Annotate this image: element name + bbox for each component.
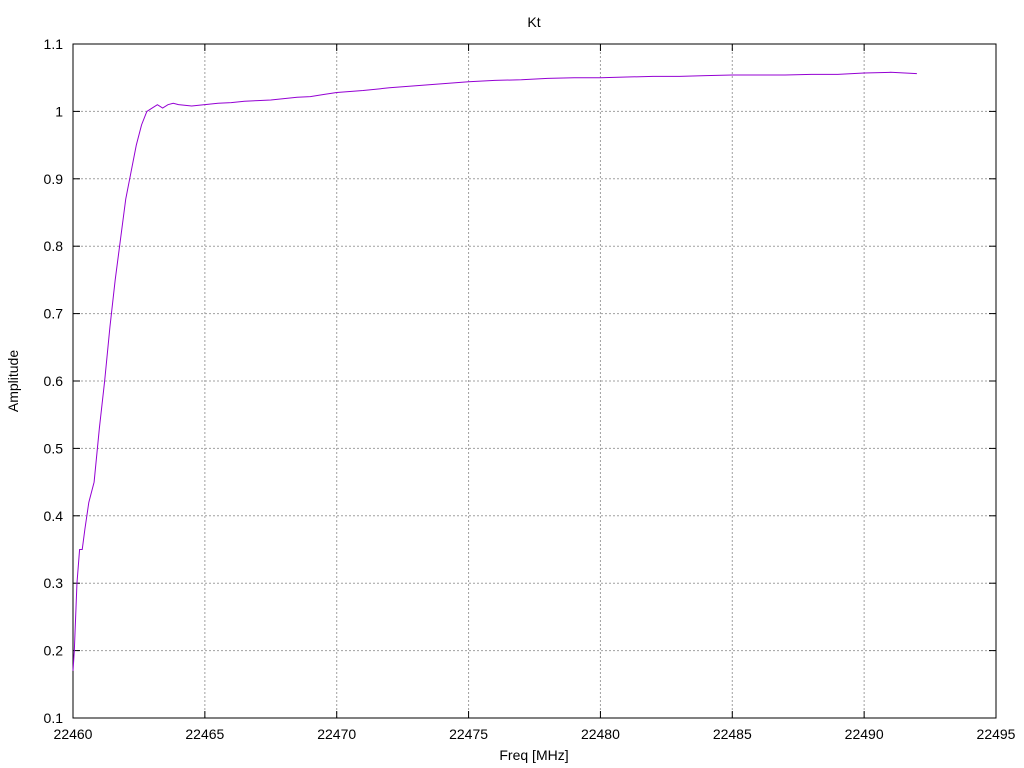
x-tick-label: 22465 [185,726,224,742]
chart-title: Kt [527,14,540,30]
grid [73,44,996,718]
x-tick-labels: 22460 22465 22470 22475 22480 22485 22490 22495 [54,726,1016,742]
y-tick-labels: 0.1 0.2 0.3 0.4 0.5 0.6 0.7 0.8 0.9 1 1.1 [44,36,64,726]
y-tick-label: 0.9 [44,171,64,187]
series-line [72,71,917,671]
y-tick-label: 1.1 [44,36,64,52]
x-tick-label: 22460 [54,726,93,742]
x-tick-label: 22475 [449,726,488,742]
chart: Kt 22460 22465 22470 22475 22480 22485 22490 22… [5,14,1016,763]
x-tick-label: 22495 [977,726,1016,742]
y-tick-label: 0.4 [44,508,64,524]
x-tick-label: 22485 [713,726,752,742]
x-tick-label: 22490 [845,726,884,742]
y-tick-label: 0.3 [44,575,64,591]
y-tick-label: 0.2 [44,643,64,659]
x-tick-label: 22480 [581,726,620,742]
x-axis-label: Freq [MHz] [499,747,568,763]
y-tick-label: 0.6 [44,373,64,389]
y-tick-label: 0.8 [44,238,64,254]
x-tick-label: 22470 [317,726,356,742]
y-tick-label: 0.1 [44,710,64,726]
y-axis-label: Amplitude [5,350,21,412]
y-tick-label: 1 [55,103,63,119]
y-tick-label: 0.7 [44,306,64,322]
y-tick-label: 0.5 [44,440,64,456]
